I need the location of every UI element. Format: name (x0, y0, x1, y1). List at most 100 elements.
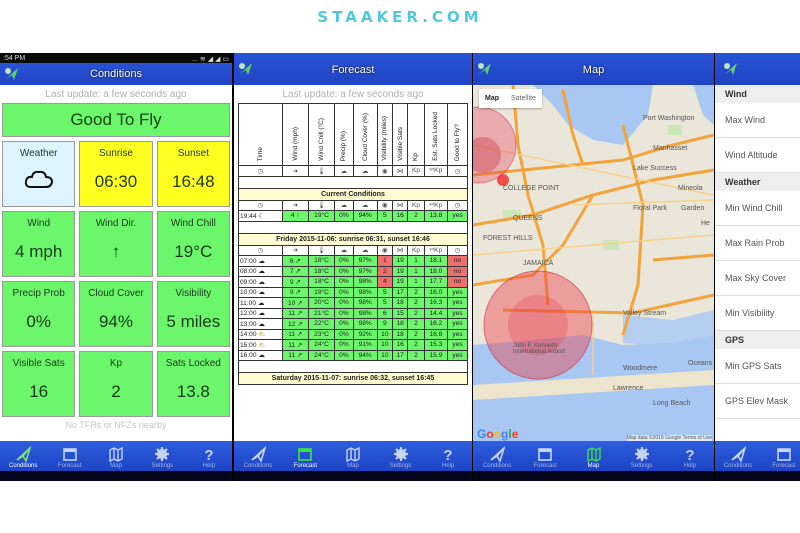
time-cell: 11:00 ☁ (238, 297, 283, 309)
column-icon: ◉ (376, 165, 393, 177)
column-icon: ➜ (281, 244, 309, 256)
settings-item-max-wind[interactable]: Max Wind (715, 103, 800, 138)
value-cell: 16.8 (423, 328, 449, 340)
value-cell: 11 ↗ (281, 328, 309, 340)
value-cell: 14.4 (423, 307, 449, 319)
status-time: :54 PM (3, 55, 26, 62)
map-view[interactable]: Map Satellite Port Washington Manhasset La… (473, 85, 714, 443)
time-cell: 10:00 ☁ (238, 286, 283, 298)
column-icon: ⋈ (391, 199, 409, 211)
tab-conditions[interactable]: Conditions (473, 441, 521, 471)
column-icon: ◷ (447, 244, 468, 256)
svg-text:?: ? (685, 447, 694, 462)
condition-label: Cloud Cover (88, 288, 144, 299)
value-cell: 4 ↑ (281, 210, 309, 222)
column-icon: ☁ (334, 165, 354, 177)
value-cell: 18°C (307, 255, 336, 267)
column-icon-row: ◷ ➜ 🌡 ☁ ☁ ◉ ⋈ Kp ʷᵗKp ◷ (238, 244, 468, 256)
settings-item-wind-altitude[interactable]: Wind Altitude (715, 138, 800, 173)
tab-conditions[interactable]: Conditions (234, 441, 282, 471)
map-icon (109, 446, 123, 462)
condition-label: Visible Sats (12, 358, 65, 369)
calendar-icon (62, 448, 77, 461)
time-cell: 12:00 ☁ (238, 307, 283, 319)
value-cell: 97% (352, 265, 378, 277)
map-place-label: COLLEGE POINT (503, 185, 560, 192)
column-icon: 🌡 (307, 165, 336, 177)
map-type-map-button[interactable]: Map (479, 89, 505, 108)
tab-bar: ConditionsForecastMapSettings?Help (0, 441, 232, 471)
column-header-label: Kp (412, 153, 420, 161)
system-nav-bar (473, 471, 714, 481)
calendar-icon (538, 448, 553, 461)
value-cell: 94% (352, 210, 378, 222)
column-icon: ☁ (352, 165, 378, 177)
settings-item-min-wind-chill[interactable]: Min Wind Chill (715, 191, 800, 226)
tab-label: Help (683, 463, 697, 469)
bay-water (533, 85, 653, 145)
value-cell: 10 (376, 328, 393, 340)
value-cell: 23°C (307, 328, 336, 340)
settings-item-min-gps-sats[interactable]: Min GPS Sats (715, 349, 800, 384)
tab-conditions[interactable]: Conditions (0, 441, 46, 471)
good-to-fly-cell: yes (447, 286, 468, 298)
settings-item-max-sky-cover[interactable]: Max Sky Cover (715, 261, 800, 296)
system-nav-bar (234, 471, 472, 481)
condition-value: 13.8 (176, 382, 210, 401)
map-type-satellite-button[interactable]: Satellite (505, 89, 542, 108)
tab-label: Help (202, 463, 215, 469)
spacer-row (238, 220, 468, 234)
status-icons: ... ≋ ◢ ◢ ▭ (192, 56, 229, 63)
tab-forecast[interactable]: Forecast (282, 441, 330, 471)
calendar-icon (777, 448, 791, 461)
section-title: Saturday 2015-11-07: sunrise 06:32, suns… (238, 372, 468, 385)
table-row: 10:00 ☁ 9 ↗ 19°C 0% 98% 5 17 2 16.0 yes (238, 286, 468, 298)
tab-forecast[interactable]: Forecast (521, 441, 569, 471)
good-to-fly-cell: no (447, 255, 468, 267)
tab-map[interactable]: Map (569, 441, 617, 471)
column-header: Time (238, 103, 283, 166)
cloud-icon (24, 170, 53, 188)
settings-item-max-rain-prob[interactable]: Max Rain Prob (715, 226, 800, 261)
google-logo: Google (477, 427, 519, 441)
good-to-fly-cell: yes (447, 339, 468, 351)
settings-item-gps-elev-mask[interactable]: GPS Elev Mask (715, 384, 800, 419)
tab-settings[interactable]: Settings (377, 441, 425, 471)
tab-map[interactable]: Map (93, 441, 139, 471)
settings-item-min-visibility[interactable]: Min Visibility (715, 296, 800, 331)
settings-content: Wind Max Wind Wind Altitude Weather Min Wind… (715, 85, 800, 443)
value-cell: 2 (407, 297, 425, 309)
tab-settings[interactable]: Settings (139, 441, 185, 471)
value-cell: 18.1 (423, 255, 449, 267)
column-header-label: Wind Chill (°C) (318, 118, 326, 161)
value-cell: 2 (407, 307, 425, 319)
column-icon: ➜ (281, 199, 309, 211)
tab-help[interactable]: ? Help (186, 441, 232, 471)
section-title: Current Conditions (238, 187, 468, 201)
spacer-cell (238, 220, 468, 234)
app-logo-icon (239, 63, 252, 75)
value-cell: 18 (391, 318, 409, 330)
fly-verdict-banner: Good To Fly (2, 103, 230, 137)
value-cell: 9 ↗ (281, 276, 309, 288)
tab-forecast[interactable]: Forecast (761, 441, 800, 471)
value-cell: 2 (407, 286, 425, 298)
value-cell: 17.7 (423, 276, 449, 288)
tab-conditions[interactable]: Conditions (715, 441, 761, 471)
tab-map[interactable]: Map (329, 441, 377, 471)
tab-help[interactable]: ? Help (666, 441, 714, 471)
map-place-label: Lawrence (613, 385, 644, 392)
tab-settings[interactable]: Settings (618, 441, 666, 471)
spacer-row (238, 175, 468, 189)
tab-help[interactable]: ? Help (424, 441, 472, 471)
condition-cell-weather: Weather (2, 141, 76, 207)
value-cell: 21°C (307, 307, 336, 319)
tab-forecast[interactable]: Forecast (46, 441, 92, 471)
map-content[interactable]: Map Satellite Port Washington Manhasset La… (473, 85, 714, 443)
value-cell: 15.3 (423, 339, 449, 351)
condition-value: ↑ (111, 242, 121, 261)
condition-value: 16:48 (172, 172, 215, 191)
value-cell: 2 (407, 349, 425, 361)
column-icon: ʷᵗKp (423, 244, 449, 256)
conditions-content: Last update: a few seconds ago Good To F… (0, 85, 232, 443)
